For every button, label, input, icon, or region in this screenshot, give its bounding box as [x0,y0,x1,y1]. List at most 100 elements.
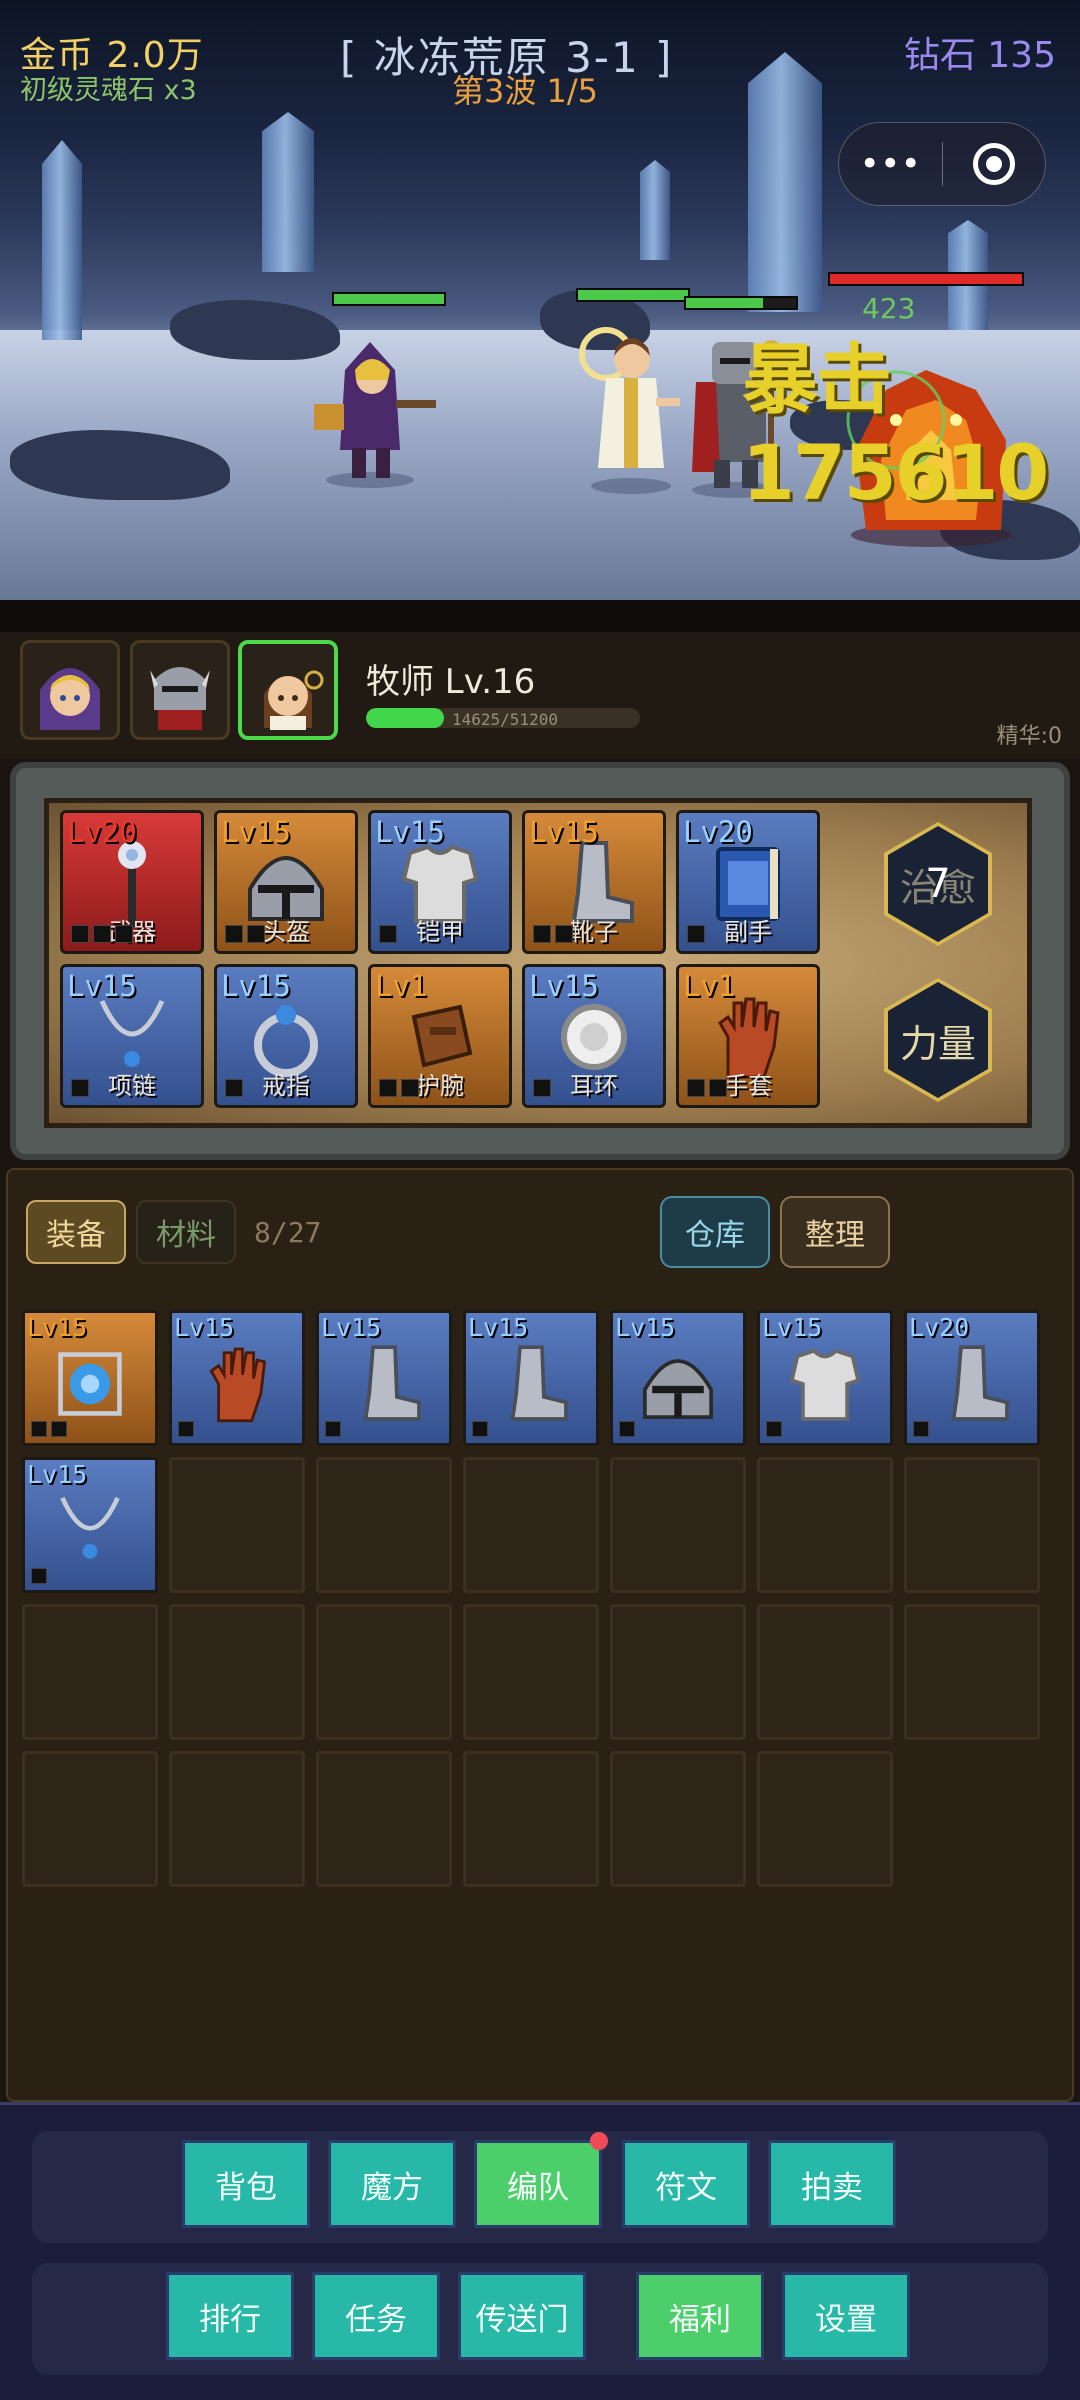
close-capsule-button[interactable] [943,123,1046,205]
socket-pip [71,1079,89,1097]
slot-pips [225,925,265,943]
inventory-empty-slot[interactable] [463,1604,599,1740]
inventory-empty-slot[interactable] [610,1604,746,1740]
socket-pip [687,925,705,943]
inventory-item[interactable]: Lv15 [610,1310,746,1446]
equipment-slot-6[interactable]: Lv15 戒指 [214,964,358,1108]
socket-pip [379,1079,397,1097]
menu-button-row2-3[interactable]: 福利 [636,2272,764,2360]
menu-button-row1-1[interactable]: 魔方 [328,2140,456,2228]
menu-button-row2-2[interactable]: 传送门 [458,2272,586,2360]
tab-material[interactable]: 材料 [136,1200,236,1264]
slot-pips [71,1079,89,1097]
knight-hp-bar [684,296,798,310]
inventory-item[interactable]: Lv15 [22,1310,158,1446]
inventory-empty-slot[interactable] [463,1457,599,1593]
inventory-item[interactable]: Lv15 [316,1310,452,1446]
equipment-slot-4[interactable]: Lv20 副手 [676,810,820,954]
mage-portrait[interactable] [20,640,120,740]
equipment-slot-2[interactable]: Lv15 铠甲 [368,810,512,954]
socket-pip [71,925,89,943]
inventory-empty-slot[interactable] [757,1604,893,1740]
inventory-empty-slot[interactable] [463,1751,599,1887]
socket-pip [555,925,573,943]
menu-button-row2-0[interactable]: 排行 [166,2272,294,2360]
enemy-hp-bar [828,272,1024,286]
inventory-empty-slot[interactable] [316,1751,452,1887]
inventory-empty-slot[interactable] [169,1457,305,1593]
slot-level: Lv20 [683,815,753,849]
menu-button-row2-1[interactable]: 任务 [312,2272,440,2360]
equipment-slot-0[interactable]: Lv20武器 [60,810,204,954]
inventory-count: 8/27 [254,1216,322,1249]
menu-button-row1-4[interactable]: 拍卖 [768,2140,896,2228]
equipment-slot-3[interactable]: Lv15 靴子 [522,810,666,954]
inventory-empty-slot[interactable] [22,1604,158,1740]
boots-icon [485,1338,577,1434]
inventory-item[interactable]: Lv15 [169,1310,305,1446]
socket-pip [687,1079,705,1097]
necklace-icon [44,1485,136,1581]
slot-level: Lv1 [375,969,428,1003]
ice-crystal [42,140,82,340]
tab-equipment[interactable]: 装备 [26,1200,126,1264]
inventory-item[interactable]: Lv15 [463,1310,599,1446]
item-level: Lv15 [27,1313,88,1342]
helmet-icon [632,1338,724,1434]
essence-counter: 精华:0 [996,724,1062,749]
menu-button-row1-0[interactable]: 背包 [182,2140,310,2228]
slot-level: Lv1 [683,969,736,1003]
item-level: Lv15 [762,1313,823,1342]
inventory-empty-slot[interactable] [169,1751,305,1887]
socket-pip [225,1079,243,1097]
panel-divider [0,600,1080,632]
inventory-empty-slot[interactable] [169,1604,305,1740]
inventory-empty-slot[interactable] [22,1751,158,1887]
knight-portrait[interactable] [130,640,230,740]
inventory-empty-slot[interactable] [316,1457,452,1593]
menu-button-row1-3[interactable]: 符文 [622,2140,750,2228]
socket-pip [31,1421,47,1437]
socket-pip [709,1079,727,1097]
ice-crystal [748,52,822,312]
equipment-slot-5[interactable]: Lv15 项链 [60,964,204,1108]
inventory-item[interactable]: Lv20 [904,1310,1040,1446]
inventory-empty-slot[interactable] [904,1604,1040,1740]
socket-pip [913,1421,929,1437]
equipment-slot-7[interactable]: Lv1 护腕 [368,964,512,1108]
item-level: Lv15 [615,1313,676,1342]
hp-fill [686,298,763,308]
knight-face-icon [150,667,210,730]
small-damage-number: 423 [862,292,916,325]
menu-button-row1-2[interactable]: 编队 [474,2140,602,2228]
notification-dot [590,2132,608,2150]
priest-portrait[interactable] [238,640,338,740]
more-menu-button[interactable]: ••• [839,123,942,205]
inventory-empty-slot[interactable] [610,1751,746,1887]
slot-level: Lv15 [529,815,599,849]
mage-unit [314,342,436,488]
slot-pips [533,925,573,943]
item-level: Lv15 [321,1313,382,1342]
inventory-empty-slot[interactable] [610,1457,746,1593]
equipment-slot-8[interactable]: Lv15 耳环 [522,964,666,1108]
skill-strength-label: 力量 [899,1021,976,1066]
ice-crystal [640,160,670,260]
sort-button[interactable]: 整理 [780,1196,890,1268]
inventory-item[interactable]: Lv15 [757,1310,893,1446]
inventory-empty-slot[interactable] [316,1604,452,1740]
inventory-empty-slot[interactable] [757,1751,893,1887]
equipment-slot-9[interactable]: Lv1 手套 [676,964,820,1108]
item-level: Lv15 [468,1313,529,1342]
socket-pip [472,1421,488,1437]
xp-fill [366,708,445,728]
inventory-empty-slot[interactable] [757,1457,893,1593]
inventory-item[interactable]: Lv15 [22,1457,158,1593]
menu-button-row2-4[interactable]: 设置 [782,2272,910,2360]
equipment-slot-1[interactable]: Lv15 头盔 [214,810,358,954]
diamond-counter: 钻石 135 [903,35,1056,76]
warehouse-button[interactable]: 仓库 [660,1196,770,1268]
inventory-empty-slot[interactable] [904,1457,1040,1593]
item-level: Lv15 [174,1313,235,1342]
slot-level: Lv20 [67,815,137,849]
